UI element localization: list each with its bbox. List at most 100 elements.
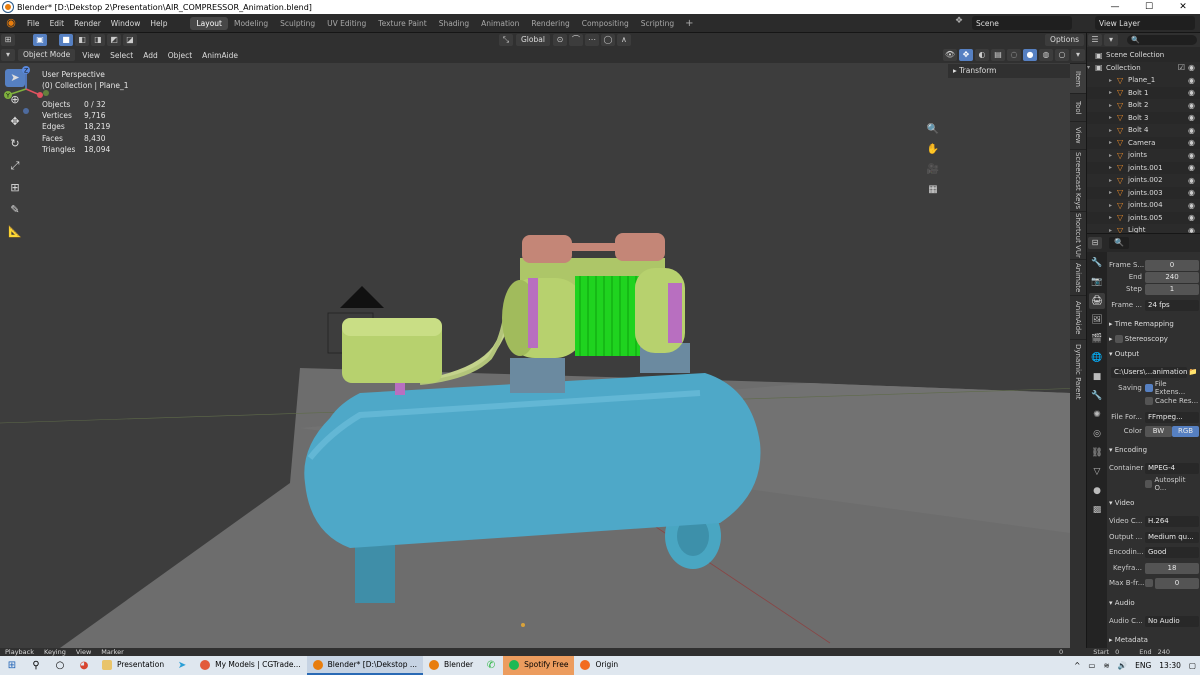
view-layer-props-icon[interactable]: 🖼 (1089, 312, 1105, 328)
expand-arrow-icon[interactable]: ▸ (1109, 139, 1117, 146)
menu-add[interactable]: Add (138, 51, 163, 60)
mode-new-icon[interactable]: ■ (59, 34, 73, 46)
timeline-keying-menu[interactable]: Keying (39, 648, 71, 656)
tab-modeling[interactable]: Modeling (228, 17, 274, 30)
frame-step-field[interactable]: Step 1 (1109, 283, 1199, 295)
mode-invert-icon[interactable]: ◩ (107, 34, 121, 46)
editor-type-icon[interactable]: ⊞ (1, 34, 15, 46)
expand-arrow-icon[interactable]: ▸ (1109, 152, 1117, 159)
folder-icon[interactable]: 📁 (1187, 368, 1199, 376)
outliner-item[interactable]: ▸ ▽ joints ◉ (1087, 149, 1200, 162)
timeline-view-menu[interactable]: View (71, 648, 96, 656)
rotate-tool-icon[interactable]: ↻ (5, 135, 25, 153)
add-workspace-button[interactable]: + (680, 18, 698, 29)
frame-start-field[interactable]: Frame S... 0 (1109, 259, 1199, 271)
menu-help[interactable]: Help (145, 19, 172, 28)
end-frame-field[interactable]: 240 (1158, 648, 1170, 656)
menu-object[interactable]: Object (163, 51, 197, 60)
blender-menu-icon[interactable]: ◉ (4, 16, 18, 30)
tab-item[interactable]: Item (1070, 63, 1086, 93)
menu-edit[interactable]: Edit (45, 19, 70, 28)
audio-section[interactable]: ▾ Audio (1109, 597, 1199, 610)
autosplit-checkbox[interactable]: Autosplit O... (1109, 476, 1199, 492)
visibility-icon[interactable]: 👁 (943, 49, 957, 61)
taskbar-app-origin[interactable]: Origin (574, 656, 624, 675)
frame-end-field[interactable]: End 240 (1109, 271, 1199, 283)
outliner-collection[interactable]: ▾ ▣ Collection ☑ ◉ (1087, 61, 1200, 74)
output-props-icon[interactable]: 🖨 (1089, 293, 1105, 309)
close-button[interactable]: ✕ (1166, 2, 1200, 12)
outliner-item[interactable]: ▸ ▽ joints.005 ◉ (1087, 212, 1200, 225)
camera-view-icon[interactable]: 🎥 (924, 161, 942, 179)
taskbar-app-presentation[interactable]: Presentation (96, 656, 170, 675)
expand-arrow-icon[interactable]: ▸ (1109, 164, 1117, 171)
taskbar-app-spotify[interactable]: Spotify Free (503, 656, 575, 675)
volume-icon[interactable]: 🔊 (1118, 661, 1127, 670)
tab-sculpting[interactable]: Sculpting (274, 17, 321, 30)
encoding-speed-select[interactable]: Encodin... Good (1109, 546, 1199, 558)
eye-icon[interactable]: ◉ (1188, 176, 1195, 185)
properties-search-icon[interactable]: 🔍 (1109, 237, 1129, 249)
file-format-select[interactable]: File For... FFmpeg... (1109, 411, 1199, 423)
scale-tool-icon[interactable]: ⤢ (5, 157, 25, 175)
expand-arrow-icon[interactable]: ▸ (1109, 77, 1117, 84)
expand-arrow-icon[interactable]: ▸ (1109, 202, 1117, 209)
notifications-icon[interactable]: ▢ (1189, 661, 1196, 670)
outliner-item[interactable]: ▸ ▽ joints.004 ◉ (1087, 199, 1200, 212)
snap-icon[interactable]: ⌒ (568, 34, 583, 46)
falloff-icon[interactable]: ∧ (616, 34, 631, 46)
color-mode-toggle[interactable]: Color BW RGB (1109, 425, 1199, 437)
expand-arrow-icon[interactable]: ▸ (1109, 127, 1117, 134)
mode-extend-icon[interactable]: ◧ (75, 34, 89, 46)
menu-select[interactable]: Select (105, 51, 138, 60)
render-props-icon[interactable]: 📷 (1089, 274, 1105, 290)
time-remapping-section[interactable]: ▸ Time Remapping (1109, 318, 1199, 331)
solid-shading-icon[interactable]: ● (1023, 49, 1037, 61)
tab-animate[interactable]: Animate (1070, 259, 1086, 295)
eye-icon[interactable]: ◉ (1188, 213, 1195, 222)
material-props-icon[interactable]: ● (1089, 483, 1105, 499)
eye-icon[interactable]: ◉ (1188, 101, 1195, 110)
tab-dynamic-parent[interactable]: Dynamic Parent (1070, 339, 1086, 403)
perspective-grid-icon[interactable]: ▦ (924, 181, 942, 199)
expand-arrow-icon[interactable]: ▸ (1109, 177, 1117, 184)
checkbox-icon[interactable]: ☑ (1178, 63, 1185, 72)
scene-selector[interactable]: Scene (972, 16, 1072, 30)
tab-uv-editing[interactable]: UV Editing (321, 17, 372, 30)
expand-arrow-icon[interactable]: ▸ (1109, 189, 1117, 196)
eye-icon[interactable]: ◉ (1188, 63, 1195, 72)
search-icon[interactable]: ⚲ (28, 658, 44, 674)
gizmo-toggle-icon[interactable]: ✥ (959, 49, 973, 61)
start-frame-field[interactable]: 0 (1115, 648, 1119, 656)
expand-arrow-icon[interactable]: ▸ (1109, 214, 1117, 221)
maximize-button[interactable]: ☐ (1132, 2, 1166, 12)
menu-animaide[interactable]: AnimAide (197, 51, 243, 60)
encoding-section[interactable]: ▾ Encoding (1109, 444, 1199, 457)
outliner-item[interactable]: ▸ ▽ joints.003 ◉ (1087, 187, 1200, 200)
clock[interactable]: 13:30 (1159, 661, 1181, 670)
minimize-button[interactable]: — (1098, 2, 1132, 12)
pivot-icon[interactable]: ⊙ (552, 34, 567, 46)
tab-screencast-keys[interactable]: Screencast Keys (1070, 149, 1086, 211)
color-rgb-button[interactable]: RGB (1172, 425, 1199, 437)
eye-icon[interactable]: ◉ (1188, 113, 1195, 122)
outliner-search-input[interactable]: 🔍 (1127, 35, 1197, 45)
overlay-toggle-icon[interactable]: ◐ (975, 49, 989, 61)
timeline-marker-menu[interactable]: Marker (96, 648, 128, 656)
object-mode-icon[interactable]: ▾ (1, 49, 15, 61)
outliner-item[interactable]: ▸ ▽ Camera ◉ (1087, 137, 1200, 150)
video-section[interactable]: ▾ Video (1109, 497, 1199, 510)
tray-chevron-icon[interactable]: ^ (1074, 661, 1080, 670)
properties-editor-icon[interactable]: ⊟ (1088, 237, 1102, 249)
telegram-icon[interactable]: ➤ (174, 658, 190, 674)
color-bw-button[interactable]: BW (1145, 425, 1172, 437)
tab-scripting[interactable]: Scripting (635, 17, 680, 30)
menu-view[interactable]: View (77, 51, 105, 60)
eye-icon[interactable]: ◉ (1188, 188, 1195, 197)
taskbar-app-blender-active[interactable]: Blender* [D:\Dekstop ... (306, 656, 424, 675)
xray-toggle-icon[interactable]: ▤ (991, 49, 1005, 61)
keyframe-interval-field[interactable]: Keyfra... 18 (1109, 562, 1199, 574)
eye-icon[interactable]: ◉ (1188, 151, 1195, 160)
eye-icon[interactable]: ◉ (1188, 76, 1195, 85)
transform-orientation-select[interactable]: Global (516, 34, 550, 46)
